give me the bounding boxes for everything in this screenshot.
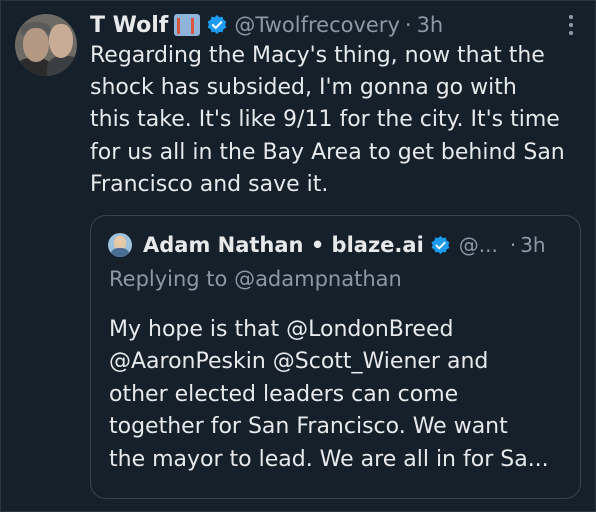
verified-badge-icon[interactable] bbox=[206, 14, 228, 36]
quoted-text-line: other elected leaders can come bbox=[109, 381, 459, 407]
author-handle[interactable]: @Twolfrecovery bbox=[234, 13, 400, 37]
quoted-author-avatar bbox=[108, 233, 132, 257]
tweet-text-line: shock has subsided, I'm gonna go with bbox=[90, 75, 517, 101]
verified-badge-icon bbox=[430, 235, 451, 256]
quoted-tweet-text: My hope is that @LondonBreed @AaronPeski… bbox=[109, 314, 574, 476]
timestamp[interactable]: 3h bbox=[417, 13, 444, 37]
separator-dot: · bbox=[509, 233, 517, 257]
quoted-text-line: the mayor to lead. We are all in for Sa.… bbox=[109, 446, 549, 472]
quoted-timestamp: 3h bbox=[520, 233, 546, 257]
quoted-text-line: together for San Francisco. We want bbox=[109, 414, 508, 440]
quoted-text-line: @AaronPeskin @Scott_Wiener and bbox=[109, 349, 489, 375]
quoted-tweet[interactable]: Adam Nathan • blaze.ai @... · 3h Replyin… bbox=[90, 215, 581, 499]
quoted-author-handle: @... bbox=[458, 233, 498, 257]
quoted-text-line: My hope is that @LondonBreed bbox=[109, 317, 454, 342]
tweet-text-line: for us all in the Bay Area to get behind… bbox=[90, 139, 565, 165]
tweet-header: T Wolf @Twolfrecovery · 3h bbox=[90, 10, 443, 40]
tweet-text: Regarding the Macy's thing, now that the… bbox=[90, 40, 590, 201]
author-avatar[interactable] bbox=[15, 14, 77, 76]
quoted-author-name: Adam Nathan • blaze.ai bbox=[143, 233, 424, 257]
tweet-text-line: this take. It's like 9/11 for the city. … bbox=[90, 107, 560, 133]
tweet-text-line: Regarding the Macy's thing, now that the bbox=[90, 43, 545, 68]
golden-gate-flag-icon bbox=[174, 14, 201, 36]
more-options-icon[interactable] bbox=[561, 13, 581, 37]
tweet-card[interactable]: T Wolf @Twolfrecovery · 3h Regarding the… bbox=[0, 0, 596, 512]
replying-to-label: Replying to @adampnathan bbox=[109, 267, 402, 291]
author-name[interactable]: T Wolf bbox=[90, 13, 168, 38]
quoted-tweet-header: Adam Nathan • blaze.ai @... · 3h bbox=[143, 230, 546, 260]
separator-dot: · bbox=[404, 13, 412, 37]
tweet-text-line: Francisco and save it. bbox=[90, 171, 329, 197]
